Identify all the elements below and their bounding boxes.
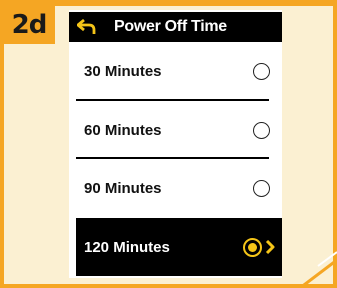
option-60-minutes[interactable]: 60 Minutes — [76, 101, 276, 159]
option-label: 90 Minutes — [84, 179, 162, 197]
option-label: 120 Minutes — [84, 238, 170, 256]
radio-unselected-icon — [253, 62, 270, 80]
option-label: 30 Minutes — [84, 62, 162, 80]
option-label: 60 Minutes — [84, 121, 162, 139]
radio-selected-icon — [243, 237, 262, 257]
chevron-right-icon — [265, 239, 275, 255]
radio-unselected-icon — [253, 121, 270, 139]
option-90-minutes[interactable]: 90 Minutes — [76, 159, 276, 217]
screen-title: Power Off Time — [114, 18, 227, 35]
screen-header: Power Off Time — [69, 12, 282, 42]
option-30-minutes[interactable]: 30 Minutes — [76, 42, 276, 100]
radio-unselected-icon — [253, 179, 270, 197]
option-120-minutes[interactable]: 120 Minutes — [76, 218, 282, 276]
device-screen: Power Off Time 30 Minutes 60 Minutes 90 … — [69, 10, 282, 278]
step-badge: 2d — [3, 6, 55, 44]
selected-indicator — [243, 237, 276, 257]
back-arrow-icon[interactable] — [77, 16, 99, 38]
